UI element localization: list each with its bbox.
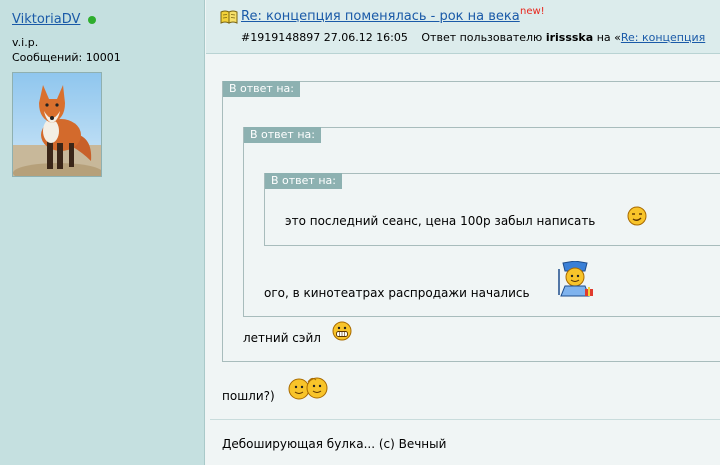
post-meta: #1919148897 27.06.12 16:05 Ответ пользов…	[241, 31, 705, 44]
grin-smiley-icon	[332, 321, 352, 341]
quote-label: В ответ на:	[265, 173, 342, 189]
snow-maiden-smiley-icon	[558, 261, 593, 297]
quote-inner-text: это последний сеанс, цена 100р забыл нап…	[285, 214, 596, 228]
reply-prefix: Ответ пользователю	[421, 31, 543, 44]
post-datetime: 27.06.12 16:05	[323, 31, 408, 44]
online-status-icon	[88, 15, 97, 24]
reply-user[interactable]: irissska	[546, 31, 593, 44]
two-smileys-icon	[288, 377, 328, 400]
user-sidebar: ViktoriaDV v.i.p. Сообщений: 10001	[0, 0, 205, 465]
user-post-count: Сообщений: 10001	[12, 51, 121, 64]
quote-outer-text: летний сэйл	[243, 331, 321, 345]
post-title-link[interactable]: Re: концепция поменялась - рок на века	[241, 9, 520, 24]
signature-divider	[210, 419, 720, 420]
post-header: Re: концепция поменялась - рок на века n…	[206, 0, 720, 54]
smirk-smiley-icon	[627, 206, 647, 226]
post-body-text: пошли?)	[222, 389, 275, 403]
user-rank: v.i.p.	[12, 36, 39, 49]
reply-on: на «	[596, 31, 621, 44]
reply-thread-link[interactable]: Re: концепция	[621, 31, 705, 44]
fox-avatar-image	[13, 73, 101, 176]
book-icon	[220, 10, 238, 24]
new-badge: new!	[520, 6, 545, 17]
quote-label: В ответ на:	[223, 81, 300, 97]
quote-label: В ответ на:	[244, 127, 321, 143]
quote-block-inner: В ответ на:	[264, 173, 720, 246]
user-row: ViktoriaDV	[12, 12, 97, 27]
avatar[interactable]	[12, 72, 102, 177]
username-link[interactable]: ViktoriaDV	[12, 12, 80, 27]
signature: Дебоширующая булка... (с) Вечный	[222, 437, 447, 451]
post-id[interactable]: #1919148897	[241, 31, 320, 44]
quote-middle-text: ого, в кинотеатрах распродажи начались	[264, 286, 530, 300]
